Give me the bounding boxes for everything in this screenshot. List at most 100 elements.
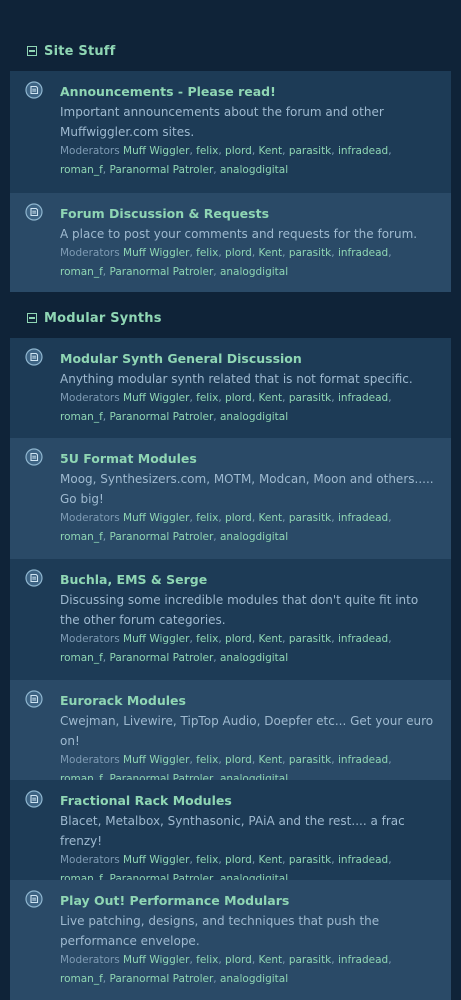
separator: ,	[282, 512, 289, 524]
moderator-link[interactable]: infradead	[338, 633, 388, 645]
separator: ,	[388, 854, 392, 866]
separator: ,	[331, 512, 338, 524]
moderator-link[interactable]: felix	[196, 145, 218, 157]
moderator-link[interactable]: Muff Wiggler	[123, 954, 189, 966]
moderator-link[interactable]: analogdigital	[220, 531, 288, 543]
moderator-link[interactable]: analogdigital	[220, 164, 288, 176]
separator: ,	[331, 392, 338, 404]
moderator-link[interactable]: infradead	[338, 754, 388, 766]
forum-moderators: Moderators Muff Wiggler, felix, plord, K…	[60, 244, 439, 282]
moderator-link[interactable]: infradead	[338, 512, 388, 524]
moderator-link[interactable]: plord	[225, 754, 252, 766]
forum-title-link[interactable]: Announcements - Please read!	[60, 83, 439, 101]
moderator-link[interactable]: Paranormal Patroler	[109, 411, 213, 423]
moderator-link[interactable]: felix	[196, 633, 218, 645]
separator: ,	[213, 411, 220, 423]
moderator-link[interactable]: parasitk	[289, 392, 331, 404]
separator: ,	[331, 854, 338, 866]
moderator-link[interactable]: felix	[196, 392, 218, 404]
moderator-link[interactable]: plord	[225, 392, 252, 404]
section-title[interactable]: Site Stuff	[44, 44, 116, 59]
moderator-link[interactable]: plord	[225, 145, 252, 157]
moderator-link[interactable]: analogdigital	[220, 266, 288, 278]
moderator-link[interactable]: plord	[225, 512, 252, 524]
moderator-link[interactable]: parasitk	[289, 145, 331, 157]
moderator-link[interactable]: Kent	[259, 512, 283, 524]
forum-title-link[interactable]: Modular Synth General Discussion	[60, 350, 439, 368]
moderator-link[interactable]: plord	[225, 247, 252, 259]
moderator-link[interactable]: infradead	[338, 392, 388, 404]
moderator-link[interactable]: Kent	[259, 954, 283, 966]
moderator-link[interactable]: analogdigital	[220, 652, 288, 664]
moderator-link[interactable]: parasitk	[289, 633, 331, 645]
collapse-minus-icon[interactable]	[27, 313, 37, 323]
forum-moderators: Moderators Muff Wiggler, felix, plord, K…	[60, 389, 439, 427]
moderator-link[interactable]: Kent	[259, 854, 283, 866]
moderator-link[interactable]: roman_f	[60, 531, 103, 543]
section-header-site-stuff[interactable]: Site Stuff	[0, 39, 461, 63]
moderator-link[interactable]: Paranormal Patroler	[109, 164, 213, 176]
moderator-link[interactable]: Muff Wiggler	[123, 512, 189, 524]
moderator-link[interactable]: roman_f	[60, 266, 103, 278]
moderator-link[interactable]: Kent	[259, 633, 283, 645]
moderator-link[interactable]: plord	[225, 954, 252, 966]
moderator-link[interactable]: parasitk	[289, 954, 331, 966]
moderators-label: Moderators	[60, 633, 120, 645]
moderator-link[interactable]: Kent	[259, 754, 283, 766]
moderator-link[interactable]: Paranormal Patroler	[109, 652, 213, 664]
moderator-link[interactable]: felix	[196, 512, 218, 524]
moderator-link[interactable]: felix	[196, 954, 218, 966]
section-title[interactable]: Modular Synths	[44, 311, 162, 326]
section-header-modular-synths[interactable]: Modular Synths	[0, 306, 461, 330]
moderator-link[interactable]: infradead	[338, 145, 388, 157]
forum-description: Important announcements about the forum …	[60, 105, 384, 139]
moderator-link[interactable]: analogdigital	[220, 973, 288, 985]
moderator-link[interactable]: infradead	[338, 854, 388, 866]
separator: ,	[388, 954, 392, 966]
moderator-link[interactable]: parasitk	[289, 247, 331, 259]
moderator-link[interactable]: Muff Wiggler	[123, 247, 189, 259]
collapse-minus-icon[interactable]	[27, 46, 37, 56]
moderator-link[interactable]: analogdigital	[220, 411, 288, 423]
separator: ,	[102, 973, 110, 985]
moderator-link[interactable]: roman_f	[60, 411, 103, 423]
moderators-label: Moderators	[60, 854, 120, 866]
moderator-link[interactable]: Muff Wiggler	[123, 392, 189, 404]
forum-title-link[interactable]: Play Out! Performance Modulars	[60, 892, 439, 910]
forum-title-link[interactable]: Forum Discussion & Requests	[60, 205, 439, 223]
moderator-link[interactable]: parasitk	[289, 754, 331, 766]
forum-row: 5U Format Modules Moog, Synthesizers.com,…	[10, 438, 451, 559]
moderator-link[interactable]: plord	[225, 633, 252, 645]
forum-title-link[interactable]: Eurorack Modules	[60, 692, 439, 710]
moderator-link[interactable]: plord	[225, 854, 252, 866]
moderator-link[interactable]: parasitk	[289, 512, 331, 524]
forum-title-link[interactable]: Fractional Rack Modules	[60, 792, 439, 810]
moderator-link[interactable]: roman_f	[60, 164, 103, 176]
moderator-link[interactable]: Kent	[259, 247, 283, 259]
moderator-link[interactable]: Muff Wiggler	[123, 854, 189, 866]
moderator-link[interactable]: roman_f	[60, 652, 103, 664]
moderator-link[interactable]: Kent	[259, 145, 283, 157]
forum-description: Discussing some incredible modules that …	[60, 593, 419, 627]
moderator-link[interactable]: roman_f	[60, 973, 103, 985]
forum-title-link[interactable]: Buchla, EMS & Serge	[60, 571, 439, 589]
moderator-link[interactable]: Muff Wiggler	[123, 754, 189, 766]
moderator-link[interactable]: parasitk	[289, 854, 331, 866]
moderator-link[interactable]: felix	[196, 854, 218, 866]
moderator-link[interactable]: infradead	[338, 247, 388, 259]
moderator-link[interactable]: Paranormal Patroler	[109, 531, 213, 543]
moderator-link[interactable]: felix	[196, 754, 218, 766]
forum-bubble-icon	[25, 569, 43, 587]
moderator-link[interactable]: Muff Wiggler	[123, 145, 189, 157]
moderator-link[interactable]: Kent	[259, 392, 283, 404]
moderator-link[interactable]: infradead	[338, 954, 388, 966]
moderator-link[interactable]: Paranormal Patroler	[109, 973, 213, 985]
separator: ,	[331, 754, 338, 766]
forum-moderators: Moderators Muff Wiggler, felix, plord, K…	[60, 509, 439, 547]
forum-bubble-icon	[25, 890, 43, 908]
moderator-link[interactable]: Muff Wiggler	[123, 633, 189, 645]
forum-title-link[interactable]: 5U Format Modules	[60, 450, 439, 468]
moderator-link[interactable]: felix	[196, 247, 218, 259]
moderator-link[interactable]: Paranormal Patroler	[109, 266, 213, 278]
separator: ,	[251, 247, 259, 259]
